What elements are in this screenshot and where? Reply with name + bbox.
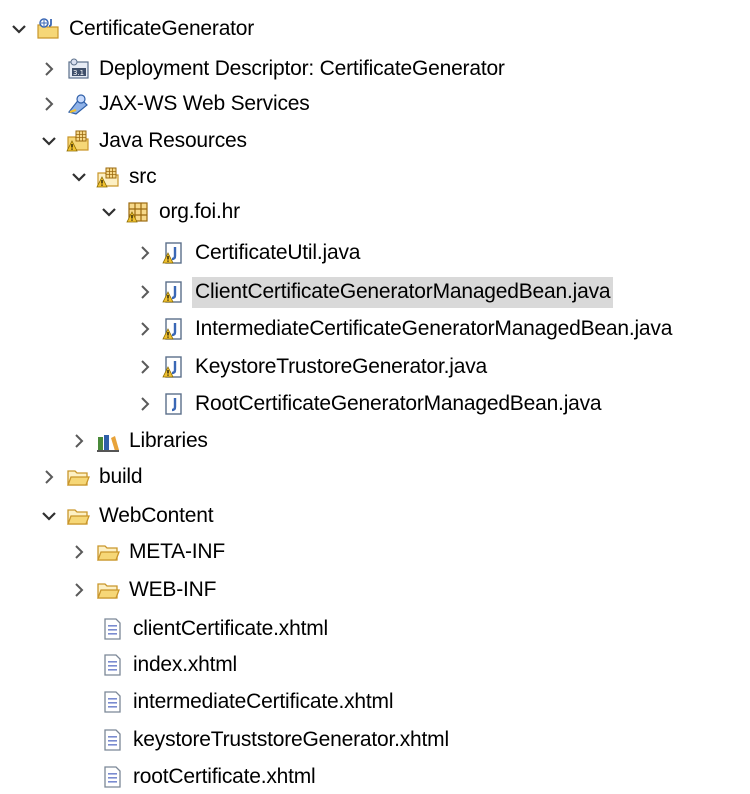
tree-item-xhtml-file[interactable]: intermediateCertificate.xhtml: [74, 685, 396, 719]
tree-item-deployment-descriptor[interactable]: 3.1 Deployment Descriptor: CertificateGe…: [40, 52, 508, 86]
tree-item-label: CertificateGenerator: [69, 16, 255, 40]
tree-item-label: intermediateCertificate.xhtml: [133, 689, 394, 713]
web-services-icon: [66, 92, 90, 116]
eclipse-web-project-icon: [36, 17, 60, 41]
java-file-warning-icon: [162, 317, 186, 341]
chevron-right-icon[interactable]: [40, 95, 58, 113]
tree-item-xhtml-file[interactable]: index.xhtml: [74, 648, 240, 682]
xhtml-file-icon: [100, 653, 124, 677]
tree-item-label: RootCertificateGeneratorManagedBean.java: [195, 391, 602, 415]
tree-item-java-file[interactable]: IntermediateCertificateGeneratorManagedB…: [136, 312, 675, 346]
chevron-right-icon[interactable]: [40, 60, 58, 78]
chevron-down-icon[interactable]: [10, 20, 28, 38]
tree-item-label: CertificateUtil.java: [195, 240, 361, 264]
java-file-warning-icon: [162, 355, 186, 379]
tree-item-web-inf[interactable]: WEB-INF: [70, 573, 219, 607]
folder-icon: [66, 504, 90, 528]
tree-item-java-resources[interactable]: Java Resources: [40, 124, 250, 158]
tree-item-project[interactable]: CertificateGenerator: [10, 12, 257, 46]
tree-item-xhtml-file[interactable]: keystoreTruststoreGenerator.xhtml: [74, 723, 452, 757]
chevron-right-icon[interactable]: [70, 543, 88, 561]
java-package-icon: [126, 200, 150, 224]
tree-item-label: JAX-WS Web Services: [99, 91, 310, 115]
tree-item-label: Libraries: [129, 428, 208, 452]
tree-item-label: clientCertificate.xhtml: [133, 616, 328, 640]
chevron-right-icon[interactable]: [70, 581, 88, 599]
xhtml-file-icon: [100, 617, 124, 641]
chevron-down-icon[interactable]: [70, 168, 88, 186]
java-file-warning-icon: [162, 241, 186, 265]
tree-item-label: META-INF: [129, 539, 225, 563]
project-explorer-tree: CertificateGenerator 3.1 Deployment Desc…: [0, 0, 750, 794]
tree-item-webcontent[interactable]: WebContent: [40, 499, 216, 533]
chevron-right-icon[interactable]: [136, 320, 154, 338]
chevron-right-icon[interactable]: [136, 283, 154, 301]
tree-item-label: Java Resources: [99, 128, 247, 152]
tree-item-src[interactable]: src: [70, 160, 159, 194]
tree-item-libraries[interactable]: Libraries: [70, 424, 211, 458]
java-file-warning-icon: [162, 280, 186, 304]
folder-icon: [96, 578, 120, 602]
source-folder-icon: [96, 165, 120, 189]
xhtml-file-icon: [100, 728, 124, 752]
chevron-right-icon[interactable]: [40, 468, 58, 486]
tree-item-java-file-selected[interactable]: ClientCertificateGeneratorManagedBean.ja…: [136, 275, 614, 309]
tree-item-label: keystoreTruststoreGenerator.xhtml: [133, 727, 449, 751]
tree-item-java-file[interactable]: KeystoreTrustoreGenerator.java: [136, 350, 490, 384]
tree-item-java-file[interactable]: RootCertificateGeneratorManagedBean.java: [136, 387, 604, 421]
chevron-right-icon[interactable]: [136, 395, 154, 413]
chevron-down-icon[interactable]: [100, 203, 118, 221]
tree-item-label: WebContent: [99, 503, 214, 527]
tree-item-build[interactable]: build: [40, 460, 145, 494]
tree-item-label: KeystoreTrustoreGenerator.java: [195, 354, 488, 378]
svg-text:3.1: 3.1: [73, 69, 84, 77]
tree-item-meta-inf[interactable]: META-INF: [70, 535, 228, 569]
tree-item-java-file[interactable]: CertificateUtil.java: [136, 236, 363, 270]
tree-item-label: rootCertificate.xhtml: [133, 764, 316, 788]
chevron-right-icon[interactable]: [136, 358, 154, 376]
tree-item-xhtml-file[interactable]: rootCertificate.xhtml: [74, 760, 319, 794]
java-resources-icon: [66, 129, 90, 153]
tree-item-package[interactable]: org.foi.hr: [100, 195, 243, 229]
tree-item-label: src: [129, 164, 157, 188]
folder-icon: [66, 465, 90, 489]
tree-item-label: WEB-INF: [129, 577, 217, 601]
tree-item-label: org.foi.hr: [159, 199, 240, 223]
tree-item-xhtml-file[interactable]: clientCertificate.xhtml: [74, 612, 331, 646]
deployment-descriptor-icon: 3.1: [66, 57, 90, 81]
xhtml-file-icon: [100, 690, 124, 714]
libraries-icon: [96, 429, 120, 453]
java-file-icon: [162, 392, 186, 416]
chevron-right-icon[interactable]: [136, 244, 154, 262]
tree-item-label: index.xhtml: [133, 652, 238, 676]
xhtml-file-icon: [100, 765, 124, 789]
tree-item-label: ClientCertificateGeneratorManagedBean.ja…: [192, 276, 614, 308]
tree-item-jaxws[interactable]: JAX-WS Web Services: [40, 87, 313, 121]
folder-icon: [96, 540, 120, 564]
chevron-down-icon[interactable]: [40, 507, 58, 525]
tree-item-label: build: [99, 464, 143, 488]
chevron-down-icon[interactable]: [40, 132, 58, 150]
chevron-right-icon[interactable]: [70, 432, 88, 450]
tree-item-label: Deployment Descriptor: CertificateGenera…: [99, 56, 505, 80]
tree-item-label: IntermediateCertificateGeneratorManagedB…: [195, 316, 673, 340]
